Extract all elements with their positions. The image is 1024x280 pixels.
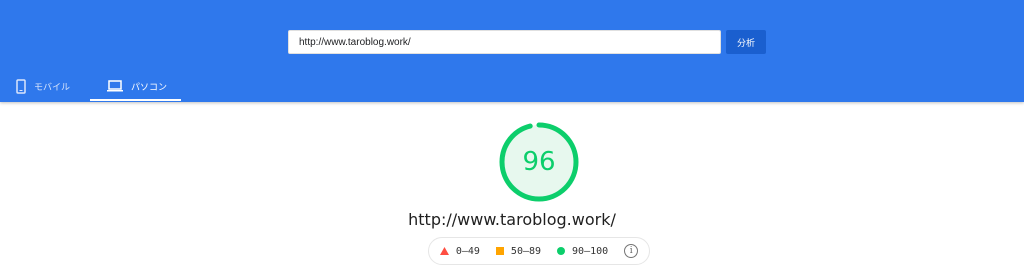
legend-label-fail: 0–49 [455, 245, 480, 257]
selected-tab-indicator [90, 99, 181, 101]
square-icon [495, 247, 504, 255]
tab-mobile[interactable]: モバイル [16, 70, 70, 102]
smartphone-icon [16, 78, 26, 94]
legend-label-pass: 90–100 [572, 245, 609, 257]
tab-desktop[interactable]: パソコン [90, 70, 181, 102]
info-icon[interactable]: i [624, 244, 639, 258]
circle-icon [557, 247, 566, 255]
performance-score: 96 [522, 147, 556, 177]
legend-item-pass: 90–100 [557, 246, 608, 257]
score-legend: 0–49 50–89 90–100 i [428, 237, 650, 265]
legend-item-average: 50–89 [495, 245, 542, 257]
tab-mobile-label: モバイル [34, 82, 71, 93]
legend-item-fail: 0–49 [439, 245, 480, 257]
tab-desktop-label: パソコン [131, 82, 168, 93]
laptop-icon [107, 80, 123, 92]
url-input[interactable] [288, 30, 721, 54]
analyzed-url: http://www.taroblog.work/ [408, 210, 616, 229]
analyze-button[interactable]: 分析 [726, 30, 766, 54]
legend-label-average: 50–89 [510, 245, 542, 257]
header-bar: 分析 モバイル パソコン [0, 0, 1024, 102]
triangle-icon [439, 247, 449, 255]
